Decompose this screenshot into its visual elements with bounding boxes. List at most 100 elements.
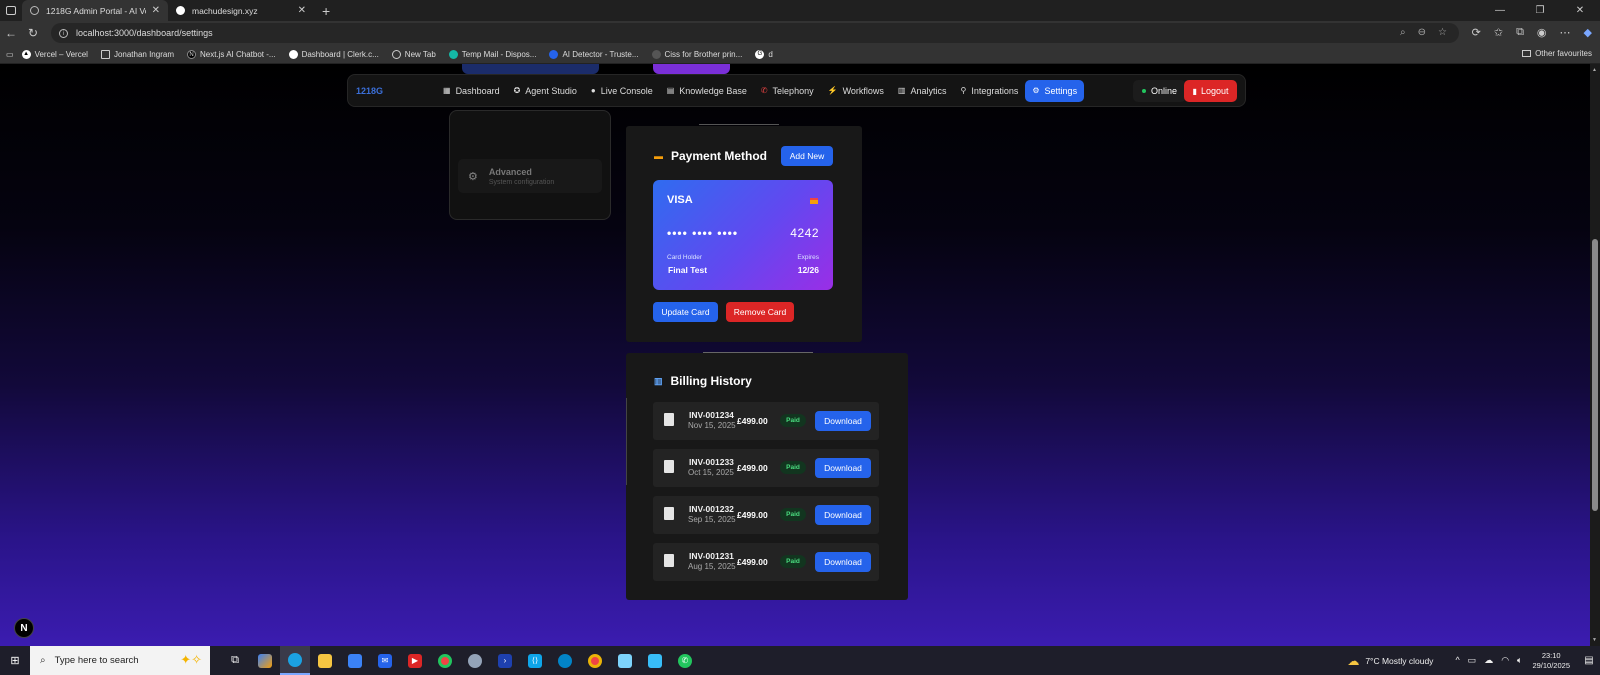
- remove-card-button[interactable]: Remove Card: [726, 302, 794, 322]
- onedrive-icon[interactable]: ☁: [1484, 655, 1493, 666]
- bookmark-jonathan[interactable]: Jonathan Ingram: [100, 49, 174, 59]
- bookmark-d[interactable]: Gd: [755, 49, 773, 59]
- browser-tab-admin-portal[interactable]: 1218G Admin Portal - AI Voice Age ✕: [22, 0, 168, 21]
- download-invoice-button[interactable]: Download: [815, 505, 871, 525]
- app-icon-blue[interactable]: [550, 646, 580, 675]
- vscode-app-icon[interactable]: ⟨⟩: [520, 646, 550, 675]
- scroll-up-icon[interactable]: ▲: [1592, 67, 1597, 73]
- chevron-up-icon[interactable]: ^: [1455, 655, 1459, 666]
- nav-item-workflows[interactable]: ⚡ Workflows: [821, 80, 891, 102]
- logout-button[interactable]: ▮ Logout: [1184, 80, 1237, 102]
- card-expiry: 12/26: [797, 265, 819, 275]
- address-bar[interactable]: i localhost:3000/dashboard/settings ⌕ ⊖ …: [51, 23, 1459, 43]
- folder-icon: [1522, 50, 1532, 57]
- copilot-icon[interactable]: ◆: [1584, 26, 1592, 39]
- download-invoice-button[interactable]: Download: [815, 552, 871, 572]
- other-favourites[interactable]: Other favourites: [1522, 49, 1592, 58]
- taskbar-search[interactable]: ⌕ Type here to search ✦✧: [30, 646, 210, 675]
- reading-mode-icon[interactable]: ⊖: [1418, 27, 1426, 38]
- powershell-icon[interactable]: ›: [490, 646, 520, 675]
- sidebar-item-advanced[interactable]: ⚙ Advanced System configuration: [458, 159, 602, 193]
- nextjs-devtools-icon[interactable]: N: [14, 618, 34, 638]
- invoice-amount: £499.00: [737, 510, 768, 520]
- paid-status-badge: Paid: [780, 555, 806, 568]
- edge-app-icon[interactable]: [280, 646, 310, 675]
- mail-app-icon[interactable]: ✉: [370, 646, 400, 675]
- browser-tab-machudesign[interactable]: machudesign.xyz ✕: [168, 0, 314, 21]
- favorite-star-icon[interactable]: ☆: [1438, 27, 1447, 38]
- add-new-card-button[interactable]: Add New: [781, 146, 833, 166]
- more-menu-icon[interactable]: ⋯: [1560, 26, 1571, 39]
- download-invoice-button[interactable]: Download: [815, 458, 871, 478]
- nav-item-knowledge-base[interactable]: ▤ Knowledge Base: [660, 80, 754, 102]
- scrollbar-thumb[interactable]: [1592, 239, 1598, 511]
- console-icon: ●: [590, 86, 596, 95]
- nav-item-dashboard[interactable]: ▦ Dashboard: [436, 80, 507, 102]
- battery-icon[interactable]: ▭: [1468, 655, 1477, 666]
- weather-widget[interactable]: ☁ 7°C Mostly cloudy: [1347, 654, 1433, 668]
- reload-icon[interactable]: ↻: [22, 26, 44, 40]
- nav-item-integrations[interactable]: ⚲ Integrations: [953, 80, 1025, 102]
- close-tab-icon[interactable]: ✕: [298, 5, 306, 16]
- settings-sidebar: ⚙ Advanced System configuration: [449, 110, 611, 220]
- scroll-down-icon[interactable]: ▼: [1592, 637, 1597, 643]
- nav-item-agent-studio[interactable]: ✪ Agent Studio: [507, 80, 584, 102]
- download-invoice-button[interactable]: Download: [815, 411, 871, 431]
- nav-item-telephony[interactable]: ✆ Telephony: [754, 80, 821, 102]
- online-status-badge: Online: [1133, 80, 1187, 102]
- close-window-icon[interactable]: ✕: [1560, 0, 1600, 21]
- minimize-icon[interactable]: —: [1480, 0, 1520, 21]
- bookmark-clerk[interactable]: Dashboard | Clerk.c...: [288, 49, 379, 59]
- agent-icon: ✪: [513, 86, 521, 95]
- payment-method-section: ▬ Payment Method Add New VISA •••• •••• …: [626, 124, 862, 342]
- tab-actions-icon[interactable]: [0, 6, 22, 15]
- bookmark-ai-detector[interactable]: AI Detector - Truste...: [549, 49, 639, 59]
- app-icon-notes[interactable]: [610, 646, 640, 675]
- invoice-id: INV-001234: [689, 410, 734, 420]
- sidebar-item-subtitle: System configuration: [488, 178, 555, 186]
- back-icon[interactable]: ←: [0, 26, 22, 40]
- bookmark-vercel[interactable]: ▲ Vercel – Vercel: [21, 49, 88, 59]
- paid-status-badge: Paid: [780, 508, 806, 521]
- notifications-icon[interactable]: ▤: [1578, 655, 1600, 666]
- youtube-app-icon[interactable]: ▶: [400, 646, 430, 675]
- brand-logo[interactable]: 1218G: [348, 86, 436, 96]
- zoom-icon[interactable]: ⌕: [1400, 27, 1406, 38]
- volume-icon[interactable]: 🔈︎: [1517, 655, 1522, 666]
- copilot-app-icon[interactable]: [250, 646, 280, 675]
- clock-time: 23:10: [1541, 650, 1561, 660]
- nav-items: ▦ Dashboard ✪ Agent Studio ● Live Console ▤…: [436, 79, 1085, 102]
- chrome-profile-icon[interactable]: [580, 646, 610, 675]
- page-scrollbar[interactable]: ▲ ▼: [1590, 64, 1600, 646]
- wifi-icon[interactable]: ◠: [1501, 655, 1509, 666]
- bookmark-new-tab[interactable]: New Tab: [391, 49, 436, 59]
- app-icon-photos[interactable]: [640, 646, 670, 675]
- bookmark-brother[interactable]: Ciss for Brother prin...: [651, 49, 742, 59]
- new-tab-icon[interactable]: +: [322, 3, 330, 19]
- card-last-four: 4242: [790, 226, 819, 240]
- windows-start-icon[interactable]: ⊞: [0, 654, 30, 667]
- whatsapp-app-icon[interactable]: ✆: [670, 646, 700, 675]
- taskbar-clock[interactable]: 23:10 29/10/2025: [1532, 651, 1570, 671]
- nav-item-settings[interactable]: ⚙ Settings: [1025, 79, 1085, 102]
- close-tab-icon[interactable]: ✕: [152, 5, 160, 16]
- cut-off-button: [653, 64, 730, 74]
- refresh-extension-icon[interactable]: ⟳: [1472, 26, 1481, 39]
- restore-icon[interactable]: ❐: [1520, 0, 1560, 21]
- file-explorer-icon[interactable]: [310, 646, 340, 675]
- extensions-icon[interactable]: ⧉: [1516, 26, 1524, 39]
- store-app-icon[interactable]: [340, 646, 370, 675]
- profile-icon[interactable]: ◉: [1537, 26, 1547, 39]
- tab-icon[interactable]: ▭: [6, 50, 14, 59]
- task-view-icon[interactable]: ⧉: [220, 646, 250, 675]
- app-icon-cloud[interactable]: [460, 646, 490, 675]
- bookmark-temp-mail[interactable]: Temp Mail - Dispos...: [448, 49, 536, 59]
- nav-item-live-console[interactable]: ● Live Console: [584, 80, 660, 102]
- site-info-icon[interactable]: i: [59, 28, 68, 38]
- nav-item-analytics[interactable]: ▥ Analytics: [891, 80, 954, 102]
- bookmark-nextjs[interactable]: N Next.js AI Chatbot -...: [186, 49, 276, 59]
- invoice-amount: £499.00: [737, 416, 768, 426]
- update-card-button[interactable]: Update Card: [653, 302, 718, 322]
- chrome-app-icon[interactable]: [430, 646, 460, 675]
- collections-icon[interactable]: ✩: [1494, 26, 1503, 39]
